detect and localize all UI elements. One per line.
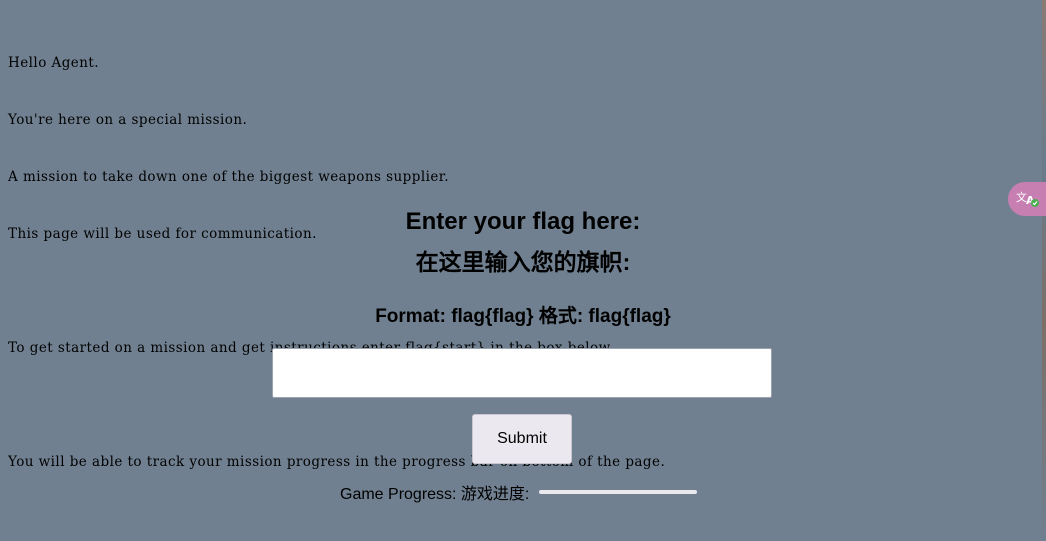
translate-icon: 文 A xyxy=(1014,186,1040,213)
intro-line: Hello Agent. xyxy=(8,55,100,71)
progress-label: Game Progress: 游戏进度: xyxy=(340,486,530,503)
flag-heading-en: Enter your flag here: xyxy=(405,208,641,235)
flag-format-hint: Format: flag{flag} 格式: flag{flag} xyxy=(375,306,671,327)
intro-line: You're here on a special mission. xyxy=(8,112,248,128)
game-progress: Game Progress: 游戏进度: xyxy=(340,480,698,504)
intro-line: A mission to take down one of the bigges… xyxy=(8,169,449,185)
flag-input[interactable] xyxy=(272,348,772,398)
intro-line-blank xyxy=(8,396,988,415)
flag-heading-zh: 在这里输入您的旗帜: xyxy=(415,249,631,275)
progress-bar xyxy=(539,490,698,494)
submit-button[interactable]: Submit xyxy=(472,414,572,464)
intro-line-blank xyxy=(8,282,988,301)
translate-widget[interactable]: 文 A xyxy=(1008,182,1046,216)
